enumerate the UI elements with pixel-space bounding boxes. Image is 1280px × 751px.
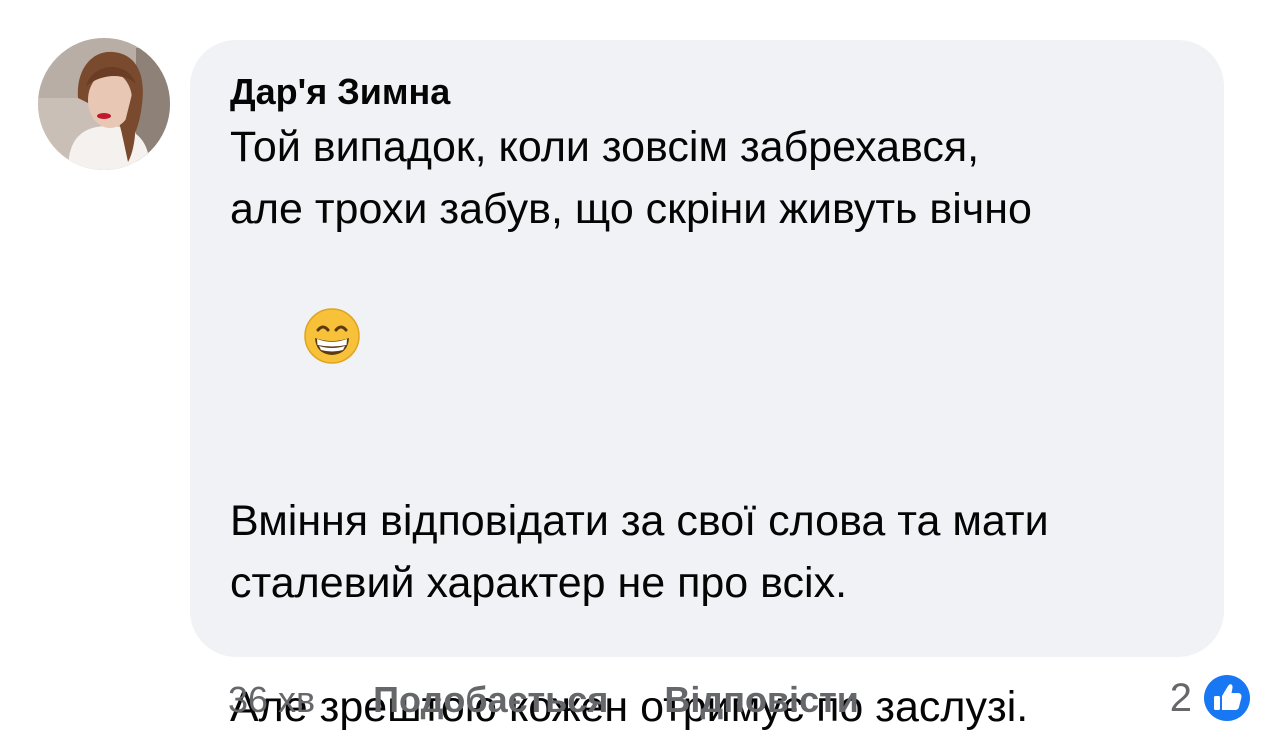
- comment-spacer-2: [230, 614, 1184, 676]
- comment-spacer: [230, 428, 1184, 490]
- like-icon: [1201, 672, 1253, 724]
- avatar[interactable]: [38, 38, 170, 170]
- comment-bubble: Дар'я Зимна Той випадок, коли зовсім заб…: [190, 40, 1224, 731]
- comment-line-3: Вміння відповідати за свої слова та мати: [230, 496, 1049, 545]
- like-button[interactable]: Подобається: [373, 679, 608, 721]
- grinning-face-emoji-icon: [303, 307, 360, 364]
- comment-author[interactable]: Дар'я Зимна: [230, 68, 1184, 116]
- comment-line-2: але трохи забув, що скріни живуть вічно: [230, 185, 1032, 233]
- comment-actions: 36 хв Подобається Відповісти: [228, 672, 915, 728]
- comment-line-1: Той випадок, коли зовсім забрехався,: [230, 123, 980, 171]
- avatar-photo-icon: [38, 38, 170, 170]
- reaction-count: 2: [1169, 675, 1192, 720]
- comment-line-4: сталевий характер не про всіх.: [230, 558, 848, 607]
- reply-button[interactable]: Відповісти: [664, 679, 859, 721]
- comment-timestamp[interactable]: 36 хв: [228, 679, 315, 721]
- comment-emoji-line: [230, 240, 1184, 428]
- comment-screen: Дар'я Зимна Той випадок, коли зовсім заб…: [0, 0, 1280, 751]
- reaction-summary[interactable]: 2: [1170, 668, 1254, 728]
